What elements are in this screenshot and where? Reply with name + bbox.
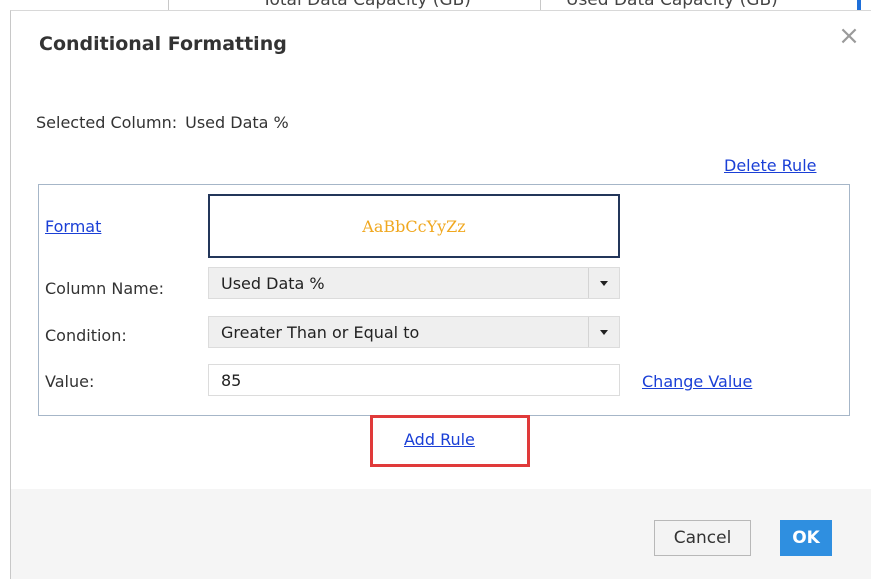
- delete-rule-link[interactable]: Delete Rule: [724, 156, 816, 175]
- cancel-button[interactable]: Cancel: [654, 520, 751, 556]
- value-label: Value:: [45, 372, 95, 391]
- format-preview: AaBbCcYyZz: [208, 194, 620, 258]
- close-icon[interactable]: ×: [837, 23, 861, 49]
- column-name-select[interactable]: Used Data %: [208, 267, 620, 299]
- column-name-selected-value: Used Data %: [221, 274, 325, 293]
- format-link[interactable]: Format: [45, 217, 101, 236]
- condition-selected-value: Greater Than or Equal to: [221, 323, 420, 342]
- condition-label: Condition:: [45, 326, 127, 345]
- ok-button[interactable]: OK: [780, 520, 832, 556]
- condition-select[interactable]: Greater Than or Equal to: [208, 316, 620, 348]
- change-value-link[interactable]: Change Value: [642, 372, 752, 391]
- dialog-title: Conditional Formatting: [39, 33, 287, 55]
- dropdown-arrow-icon[interactable]: [588, 268, 619, 298]
- selected-column-info: Selected Column: Used Data %: [36, 113, 289, 132]
- dropdown-arrow-icon[interactable]: [588, 317, 619, 347]
- selected-column-label: Selected Column:: [36, 113, 178, 132]
- background-column-header: Total Data Capacity (GB): [262, 0, 471, 10]
- background-column-header: Used Data Capacity (GB): [566, 0, 778, 10]
- column-name-label: Column Name:: [45, 279, 164, 298]
- value-input[interactable]: [208, 364, 620, 396]
- add-rule-link[interactable]: Add Rule: [404, 430, 475, 449]
- selected-column-value: Used Data %: [185, 113, 289, 132]
